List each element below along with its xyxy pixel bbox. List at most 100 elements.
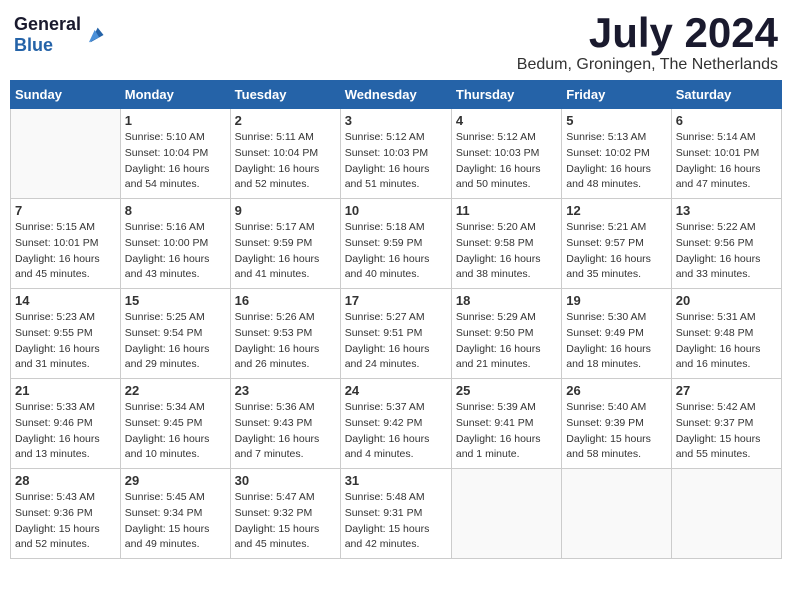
day-info: Sunrise: 5:22 AMSunset: 9:56 PMDaylight:… — [676, 220, 777, 283]
day-info: Sunrise: 5:48 AMSunset: 9:31 PMDaylight:… — [345, 490, 447, 553]
logo: General Blue — [14, 14, 105, 56]
calendar-header-row: SundayMondayTuesdayWednesdayThursdayFrid… — [11, 81, 782, 109]
column-header-saturday: Saturday — [671, 81, 781, 109]
day-info: Sunrise: 5:26 AMSunset: 9:53 PMDaylight:… — [235, 310, 336, 373]
calendar-cell — [451, 469, 561, 559]
day-number: 28 — [15, 473, 116, 488]
day-number: 19 — [566, 293, 666, 308]
day-number: 13 — [676, 203, 777, 218]
day-number: 20 — [676, 293, 777, 308]
day-number: 22 — [125, 383, 226, 398]
day-number: 17 — [345, 293, 447, 308]
day-info: Sunrise: 5:13 AMSunset: 10:02 PMDaylight… — [566, 130, 666, 193]
day-number: 4 — [456, 113, 557, 128]
day-info: Sunrise: 5:12 AMSunset: 10:03 PMDaylight… — [456, 130, 557, 193]
calendar-cell: 29 Sunrise: 5:45 AMSunset: 9:34 PMDayligh… — [120, 469, 230, 559]
week-row-3: 14 Sunrise: 5:23 AMSunset: 9:55 PMDayligh… — [11, 289, 782, 379]
calendar-cell: 18 Sunrise: 5:29 AMSunset: 9:50 PMDayligh… — [451, 289, 561, 379]
calendar-cell: 26 Sunrise: 5:40 AMSunset: 9:39 PMDayligh… — [562, 379, 671, 469]
day-number: 27 — [676, 383, 777, 398]
day-info: Sunrise: 5:20 AMSunset: 9:58 PMDaylight:… — [456, 220, 557, 283]
calendar-cell: 9Sunrise: 5:17 AMSunset: 9:59 PMDaylight… — [230, 199, 340, 289]
day-number: 15 — [125, 293, 226, 308]
day-info: Sunrise: 5:42 AMSunset: 9:37 PMDaylight:… — [676, 400, 777, 463]
calendar-cell: 10 Sunrise: 5:18 AMSunset: 9:59 PMDayligh… — [340, 199, 451, 289]
day-number: 18 — [456, 293, 557, 308]
calendar-cell: 5 Sunrise: 5:13 AMSunset: 10:02 PMDayligh… — [562, 109, 671, 199]
calendar-cell: 24 Sunrise: 5:37 AMSunset: 9:42 PMDayligh… — [340, 379, 451, 469]
calendar-cell: 31Sunrise: 5:48 AMSunset: 9:31 PMDayligh… — [340, 469, 451, 559]
calendar-cell: 12Sunrise: 5:21 AMSunset: 9:57 PMDayligh… — [562, 199, 671, 289]
day-info: Sunrise: 5:18 AMSunset: 9:59 PMDaylight:… — [345, 220, 447, 283]
day-number: 25 — [456, 383, 557, 398]
title-area: July 2024 Bedum, Groningen, The Netherla… — [517, 10, 778, 74]
day-info: Sunrise: 5:29 AMSunset: 9:50 PMDaylight:… — [456, 310, 557, 373]
day-number: 3 — [345, 113, 447, 128]
day-number: 14 — [15, 293, 116, 308]
day-info: Sunrise: 5:45 AMSunset: 9:34 PMDaylight:… — [125, 490, 226, 553]
day-number: 12 — [566, 203, 666, 218]
calendar-cell: 15Sunrise: 5:25 AMSunset: 9:54 PMDayligh… — [120, 289, 230, 379]
day-info: Sunrise: 5:31 AMSunset: 9:48 PMDaylight:… — [676, 310, 777, 373]
day-number: 23 — [235, 383, 336, 398]
calendar-cell — [671, 469, 781, 559]
day-info: Sunrise: 5:11 AMSunset: 10:04 PMDaylight… — [235, 130, 336, 193]
day-info: Sunrise: 5:34 AMSunset: 9:45 PMDaylight:… — [125, 400, 226, 463]
calendar-cell: 14 Sunrise: 5:23 AMSunset: 9:55 PMDayligh… — [11, 289, 121, 379]
day-number: 16 — [235, 293, 336, 308]
calendar-cell: 13 Sunrise: 5:22 AMSunset: 9:56 PMDayligh… — [671, 199, 781, 289]
day-number: 29 — [125, 473, 226, 488]
calendar-cell: 30 Sunrise: 5:47 AMSunset: 9:32 PMDayligh… — [230, 469, 340, 559]
day-info: Sunrise: 5:12 AMSunset: 10:03 PMDaylight… — [345, 130, 447, 193]
day-info: Sunrise: 5:23 AMSunset: 9:55 PMDaylight:… — [15, 310, 116, 373]
logo-general: General — [14, 14, 81, 34]
day-number: 5 — [566, 113, 666, 128]
week-row-2: 7 Sunrise: 5:15 AMSunset: 10:01 PMDayligh… — [11, 199, 782, 289]
day-number: 11 — [456, 203, 557, 218]
day-number: 26 — [566, 383, 666, 398]
calendar-cell: 2 Sunrise: 5:11 AMSunset: 10:04 PMDayligh… — [230, 109, 340, 199]
day-info: Sunrise: 5:10 AMSunset: 10:04 PMDaylight… — [125, 130, 226, 193]
day-info: Sunrise: 5:36 AMSunset: 9:43 PMDaylight:… — [235, 400, 336, 463]
calendar-cell: 20 Sunrise: 5:31 AMSunset: 9:48 PMDayligh… — [671, 289, 781, 379]
day-number: 24 — [345, 383, 447, 398]
day-info: Sunrise: 5:43 AMSunset: 9:36 PMDaylight:… — [15, 490, 116, 553]
day-number: 1 — [125, 113, 226, 128]
column-header-wednesday: Wednesday — [340, 81, 451, 109]
location-title: Bedum, Groningen, The Netherlands — [517, 56, 778, 74]
calendar-cell: 8 Sunrise: 5:16 AMSunset: 10:00 PMDayligh… — [120, 199, 230, 289]
calendar-cell: 3 Sunrise: 5:12 AMSunset: 10:03 PMDayligh… — [340, 109, 451, 199]
day-number: 8 — [125, 203, 226, 218]
day-number: 9 — [235, 203, 336, 218]
day-number: 2 — [235, 113, 336, 128]
day-info: Sunrise: 5:40 AMSunset: 9:39 PMDaylight:… — [566, 400, 666, 463]
calendar-cell: 4 Sunrise: 5:12 AMSunset: 10:03 PMDayligh… — [451, 109, 561, 199]
logo-blue: Blue — [14, 35, 53, 55]
week-row-5: 28 Sunrise: 5:43 AMSunset: 9:36 PMDayligh… — [11, 469, 782, 559]
calendar-cell: 7 Sunrise: 5:15 AMSunset: 10:01 PMDayligh… — [11, 199, 121, 289]
day-info: Sunrise: 5:37 AMSunset: 9:42 PMDaylight:… — [345, 400, 447, 463]
day-number: 7 — [15, 203, 116, 218]
day-info: Sunrise: 5:14 AMSunset: 10:01 PMDaylight… — [676, 130, 777, 193]
day-info: Sunrise: 5:15 AMSunset: 10:01 PMDaylight… — [15, 220, 116, 283]
day-info: Sunrise: 5:47 AMSunset: 9:32 PMDaylight:… — [235, 490, 336, 553]
logo-icon — [83, 24, 105, 46]
day-info: Sunrise: 5:30 AMSunset: 9:49 PMDaylight:… — [566, 310, 666, 373]
calendar-cell: 22 Sunrise: 5:34 AMSunset: 9:45 PMDayligh… — [120, 379, 230, 469]
calendar-cell: 23 Sunrise: 5:36 AMSunset: 9:43 PMDayligh… — [230, 379, 340, 469]
day-number: 6 — [676, 113, 777, 128]
day-number: 30 — [235, 473, 336, 488]
header: General Blue July 2024 Bedum, Groningen,… — [10, 10, 782, 74]
day-number: 10 — [345, 203, 447, 218]
calendar-cell: 11 Sunrise: 5:20 AMSunset: 9:58 PMDayligh… — [451, 199, 561, 289]
day-info: Sunrise: 5:27 AMSunset: 9:51 PMDaylight:… — [345, 310, 447, 373]
calendar-cell — [11, 109, 121, 199]
calendar-cell: 16 Sunrise: 5:26 AMSunset: 9:53 PMDayligh… — [230, 289, 340, 379]
column-header-sunday: Sunday — [11, 81, 121, 109]
day-info: Sunrise: 5:16 AMSunset: 10:00 PMDaylight… — [125, 220, 226, 283]
logo-text: General Blue — [14, 14, 81, 56]
calendar-cell: 25Sunrise: 5:39 AMSunset: 9:41 PMDayligh… — [451, 379, 561, 469]
calendar-cell: 28 Sunrise: 5:43 AMSunset: 9:36 PMDayligh… — [11, 469, 121, 559]
calendar-cell: 17 Sunrise: 5:27 AMSunset: 9:51 PMDayligh… — [340, 289, 451, 379]
day-number: 21 — [15, 383, 116, 398]
